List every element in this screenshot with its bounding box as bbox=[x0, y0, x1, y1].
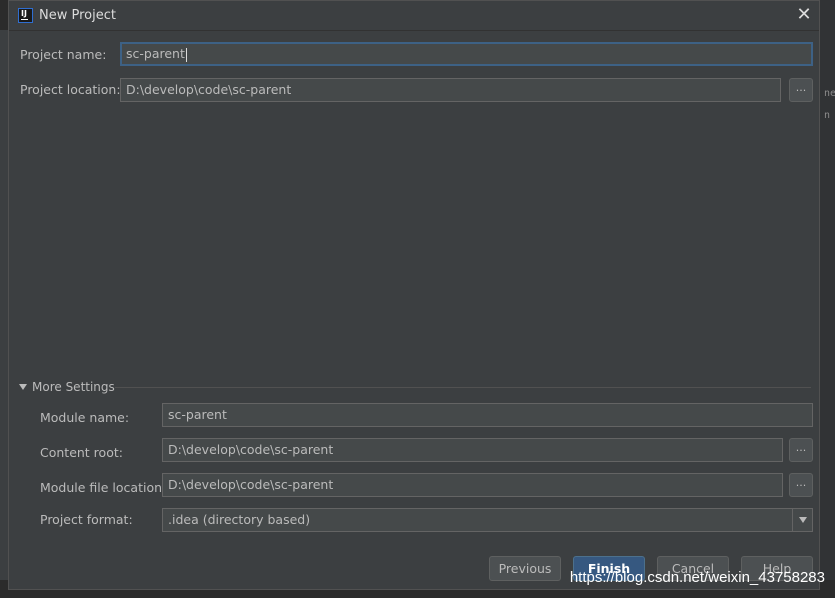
content-root-browse-button[interactable]: ... bbox=[789, 438, 813, 462]
module-name-value: sc-parent bbox=[168, 407, 227, 422]
project-location-value: D:\develop\code\sc-parent bbox=[126, 82, 292, 97]
dialog-title: New Project bbox=[39, 8, 116, 23]
editor-fragment: ne bbox=[824, 88, 835, 99]
module-file-location-value: D:\develop\code\sc-parent bbox=[168, 477, 334, 492]
dropdown-arrow-icon bbox=[792, 509, 812, 531]
project-format-select[interactable]: .idea (directory based) bbox=[162, 508, 813, 532]
ide-left-strip bbox=[0, 30, 8, 590]
section-divider bbox=[115, 387, 811, 388]
editor-fragment: n bbox=[824, 110, 831, 121]
more-settings-label: More Settings bbox=[32, 380, 115, 394]
more-settings-toggle[interactable]: More Settings bbox=[19, 379, 115, 395]
module-file-location-label: Module file location: bbox=[40, 480, 167, 495]
text-caret bbox=[185, 47, 187, 62]
dialog-titlebar: IJ New Project ✕ bbox=[9, 1, 819, 31]
expand-triangle-icon bbox=[19, 384, 27, 390]
project-format-value: .idea (directory based) bbox=[168, 512, 311, 527]
module-file-location-input[interactable]: D:\develop\code\sc-parent bbox=[162, 473, 783, 497]
intellij-idea-icon: IJ bbox=[18, 8, 33, 23]
content-root-label: Content root: bbox=[40, 445, 123, 460]
module-name-input[interactable]: sc-parent bbox=[162, 403, 813, 427]
close-icon[interactable]: ✕ bbox=[795, 6, 813, 24]
ide-editor-edge: ne n bbox=[820, 0, 835, 598]
module-name-label: Module name: bbox=[40, 410, 130, 425]
watermark-text: https://blog.csdn.net/weixin_43758283 bbox=[569, 569, 825, 586]
previous-button[interactable]: Previous bbox=[489, 556, 561, 581]
project-location-label: Project location: bbox=[20, 82, 121, 97]
module-file-location-browse-button[interactable]: ... bbox=[789, 473, 813, 497]
project-location-input[interactable]: D:\develop\code\sc-parent bbox=[120, 78, 781, 102]
project-format-label: Project format: bbox=[40, 512, 133, 527]
project-name-input[interactable]: sc-parent bbox=[120, 42, 813, 66]
content-root-input[interactable]: D:\develop\code\sc-parent bbox=[162, 438, 783, 462]
project-location-browse-button[interactable]: ... bbox=[789, 78, 813, 102]
content-root-value: D:\develop\code\sc-parent bbox=[168, 442, 334, 457]
project-name-label: Project name: bbox=[20, 47, 107, 62]
project-name-value: sc-parent bbox=[126, 46, 185, 61]
new-project-dialog: IJ New Project ✕ Project name: sc-parent… bbox=[8, 0, 820, 590]
